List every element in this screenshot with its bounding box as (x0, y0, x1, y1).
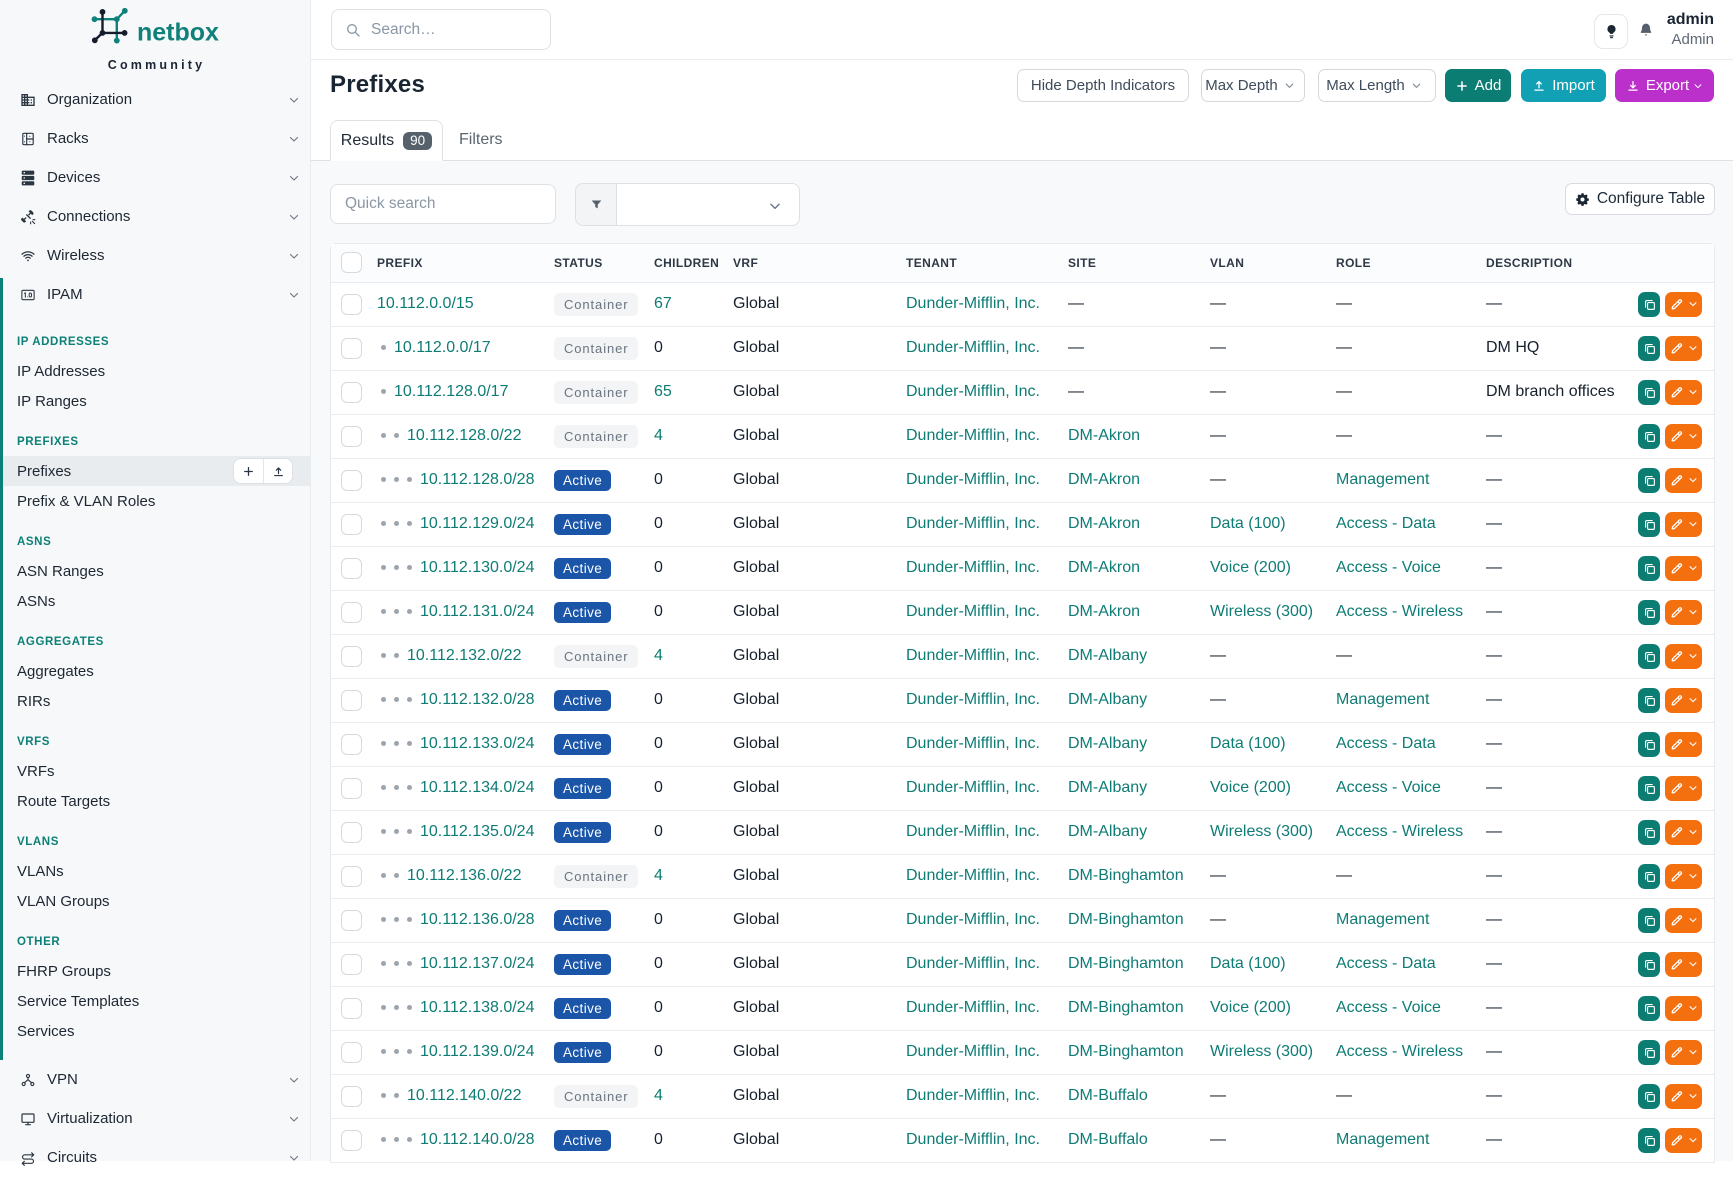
svg-text:netbox: netbox (137, 19, 219, 47)
